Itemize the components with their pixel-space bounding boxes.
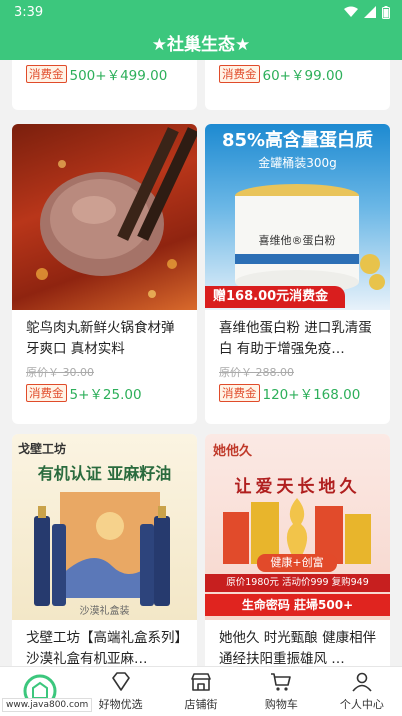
consumption-tag: 消费金 — [219, 65, 260, 83]
product-image-oil: 戈壁工坊 有机认证 亚麻籽油 沙漠礼盒装 — [12, 434, 197, 620]
banner-title: 85%高含量蛋白质 — [221, 130, 374, 151]
price: 5+￥25.00 — [69, 387, 142, 403]
product-card[interactable]: 消费金 60+￥99.00 — [205, 60, 390, 110]
tab-shop-street[interactable]: 店铺街 — [161, 667, 241, 716]
product-image-wine: 她他久 让爱天长地久 健康+创富 原价1980元 活动价999 复购949 生命… — [205, 434, 390, 620]
price-row: 消费金 60+￥99.00 — [219, 64, 343, 84]
box-label: 沙漠礼盒装 — [79, 606, 130, 617]
page-title: ★社巢生态★ — [151, 34, 251, 55]
original-price: 原价￥ 30.00 — [26, 366, 94, 379]
product-title: 喜维他蛋白粉 进口乳清蛋白 有助于增强免疫… — [219, 320, 372, 357]
watermark: www.java800.com — [2, 698, 93, 712]
consumption-tag: 消费金 — [26, 384, 67, 402]
battery-icon — [382, 5, 390, 19]
banner-subtitle: 金罐桶装300g — [258, 156, 337, 170]
life-code-banner: 生命密码 莊埽500+ — [205, 594, 390, 616]
product-card[interactable]: 鸵鸟肉丸新鲜火锅食材弹牙爽口 真材实料 原价￥ 30.00 消费金 5+￥25.… — [12, 124, 197, 424]
product-feed[interactable]: 消费金 500+￥499.00 消费金 60+￥99.00 鸵鸟肉丸新鲜火锅食材… — [0, 60, 402, 666]
tab-cart[interactable]: 购物车 — [241, 667, 321, 716]
store-icon — [191, 673, 211, 691]
price-row: 消费金 120+￥168.00 — [219, 383, 360, 403]
tab-good-picks[interactable]: 好物优选 — [80, 667, 160, 716]
product-title: 鸵鸟肉丸新鲜火锅食材弹牙爽口 真材实料 — [26, 320, 175, 357]
original-price: 原价￥ 288.00 — [219, 366, 294, 379]
product-title: 她他久 时光甄酿 健康相伴通经扶阳重振雄风 … — [219, 630, 377, 666]
page-header: ★社巢生态★ — [0, 24, 402, 60]
status-bar: 3:39 — [0, 0, 402, 24]
product-image-protein: 85%高含量蛋白质 金罐桶装300g 喜维他®蛋白粉 赠168.00元消费金 — [205, 124, 390, 310]
price-row: 消费金 5+￥25.00 — [26, 383, 142, 403]
brand-logo: 戈壁工坊 — [18, 442, 67, 456]
status-icons — [344, 5, 390, 19]
price: 500+￥499.00 — [69, 68, 168, 84]
status-time: 3:39 — [14, 4, 44, 20]
consumption-tag: 消费金 — [219, 384, 260, 402]
price: 60+￥99.00 — [262, 68, 344, 84]
deal-text: 原价1980元 活动价999 复购949 — [205, 574, 390, 592]
product-card[interactable]: 戈壁工坊 有机认证 亚麻籽油 沙漠礼盒装 戈壁工坊【高端礼盒系列】沙漠礼盒有机亚… — [12, 434, 197, 666]
tab-label: 购物车 — [264, 698, 298, 711]
tab-label: 好物优选 — [98, 698, 143, 711]
promo-ribbon: 赠168.00元消费金 — [205, 286, 345, 308]
product-card[interactable]: 消费金 500+￥499.00 — [12, 60, 197, 110]
product-card[interactable]: 85%高含量蛋白质 金罐桶装300g 喜维他®蛋白粉 赠168.00元消费金 喜… — [205, 124, 390, 424]
can-label: 喜维他®蛋白粉 — [258, 234, 336, 247]
product-card[interactable]: 她他久 让爱天长地久 健康+创富 原价1980元 活动价999 复购949 生命… — [205, 434, 390, 666]
price: 120+￥168.00 — [262, 387, 361, 403]
price-row: 消费金 500+￥499.00 — [26, 64, 167, 84]
calligraphy-text: 让爱天长地久 — [234, 477, 361, 497]
wifi-icon — [344, 6, 358, 17]
product-image-meatball — [12, 124, 197, 310]
tab-profile[interactable]: 个人中心 — [322, 667, 402, 716]
brand-logo: 她他久 — [213, 444, 253, 459]
cart-icon — [271, 673, 292, 691]
tab-label: 个人中心 — [339, 698, 384, 711]
signal-icon — [364, 6, 376, 18]
diamond-icon — [111, 672, 130, 691]
tab-label: 店铺街 — [184, 698, 218, 711]
consumption-tag: 消费金 — [26, 65, 67, 83]
banner-text: 有机认证 亚麻籽油 — [37, 464, 172, 483]
user-icon — [352, 672, 372, 692]
product-title: 戈壁工坊【高端礼盒系列】沙漠礼盒有机亚麻… — [26, 630, 182, 666]
ribbon-text: 健康+创富 — [257, 554, 337, 572]
